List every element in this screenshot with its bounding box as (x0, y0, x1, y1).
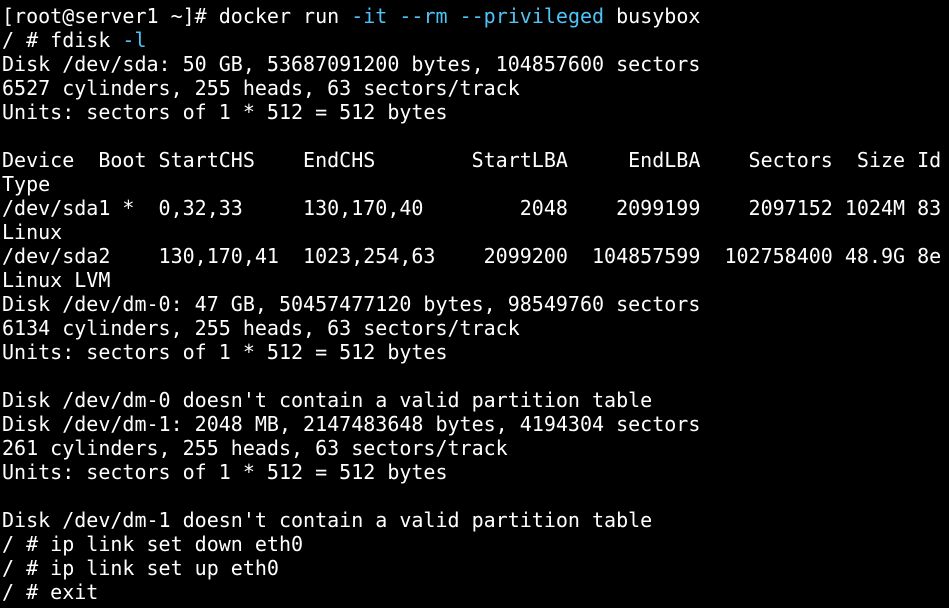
terminal-text: Type (2, 172, 51, 196)
terminal-text: Linux (2, 220, 63, 244)
terminal-text: Device Boot StartCHS EndCHS StartLBA End… (2, 148, 942, 172)
terminal-line: Disk /dev/dm-1 doesn't contain a valid p… (2, 508, 949, 532)
terminal-line: / # ip link set up eth0 (2, 556, 949, 580)
terminal-line: Units: sectors of 1 * 512 = 512 bytes (2, 100, 949, 124)
terminal-text: 261 cylinders, 255 heads, 63 sectors/tra… (2, 436, 508, 460)
terminal-text: Disk /dev/dm-0 doesn't contain a valid p… (2, 388, 653, 412)
terminal-text: / # exit (2, 580, 99, 604)
terminal-line: / # fdisk -l (2, 28, 949, 52)
terminal-line: 6134 cylinders, 255 heads, 63 sectors/tr… (2, 316, 949, 340)
command-flag: -l (122, 28, 147, 52)
command-flag: -it --rm --privileged (351, 4, 605, 28)
terminal-line: Disk /dev/sda: 50 GB, 53687091200 bytes,… (2, 52, 949, 76)
terminal-text: / # ip link set down eth0 (2, 532, 304, 556)
terminal-line: Disk /dev/dm-0: 47 GB, 50457477120 bytes… (2, 292, 949, 316)
terminal-line: Type (2, 172, 949, 196)
terminal-text: Linux LVM (2, 268, 111, 292)
terminal-text: /dev/sda1 * 0,32,33 130,170,40 2048 2099… (2, 196, 942, 220)
terminal-line: 261 cylinders, 255 heads, 63 sectors/tra… (2, 436, 949, 460)
terminal-text: Units: sectors of 1 * 512 = 512 bytes (2, 100, 448, 124)
terminal-line: / # ip link set down eth0 (2, 532, 949, 556)
terminal-text: / # ip link set up eth0 (2, 556, 279, 580)
terminal-line: Disk /dev/dm-1: 2048 MB, 2147483648 byte… (2, 412, 949, 436)
terminal-line: / # exit (2, 580, 949, 604)
terminal-text: Disk /dev/sda: 50 GB, 53687091200 bytes,… (2, 52, 701, 76)
terminal-line: /dev/sda2 130,170,41 1023,254,63 2099200… (2, 244, 949, 268)
terminal-line: 6527 cylinders, 255 heads, 63 sectors/tr… (2, 76, 949, 100)
terminal-text: 6527 cylinders, 255 heads, 63 sectors/tr… (2, 76, 520, 100)
terminal-text: busybox (604, 4, 701, 28)
terminal-line: /dev/sda1 * 0,32,33 130,170,40 2048 2099… (2, 196, 949, 220)
terminal-line: Linux (2, 220, 949, 244)
terminal-text: Units: sectors of 1 * 512 = 512 bytes (2, 460, 448, 484)
terminal-text: /dev/sda2 130,170,41 1023,254,63 2099200… (2, 244, 942, 268)
terminal-text: Disk /dev/dm-1 doesn't contain a valid p… (2, 508, 653, 532)
terminal-line: Disk /dev/dm-0 doesn't contain a valid p… (2, 388, 949, 412)
terminal-line: Linux LVM (2, 268, 949, 292)
terminal-text: Disk /dev/dm-1: 2048 MB, 2147483648 byte… (2, 412, 701, 436)
terminal-line: Units: sectors of 1 * 512 = 512 bytes (2, 340, 949, 364)
terminal-text: Units: sectors of 1 * 512 = 512 bytes (2, 340, 448, 364)
terminal-text: [root@server1 ~]# docker run (2, 4, 352, 28)
terminal-text: Disk /dev/dm-0: 47 GB, 50457477120 bytes… (2, 292, 701, 316)
terminal-line: Device Boot StartCHS EndCHS StartLBA End… (2, 148, 949, 172)
terminal-text: / # fdisk (2, 28, 123, 52)
terminal-output[interactable]: [root@server1 ~]# docker run -it --rm --… (0, 0, 949, 608)
terminal-line: [root@server1 ~]# docker run -it --rm --… (2, 4, 949, 28)
terminal-text: 6134 cylinders, 255 heads, 63 sectors/tr… (2, 316, 520, 340)
terminal-line: Units: sectors of 1 * 512 = 512 bytes (2, 460, 949, 484)
